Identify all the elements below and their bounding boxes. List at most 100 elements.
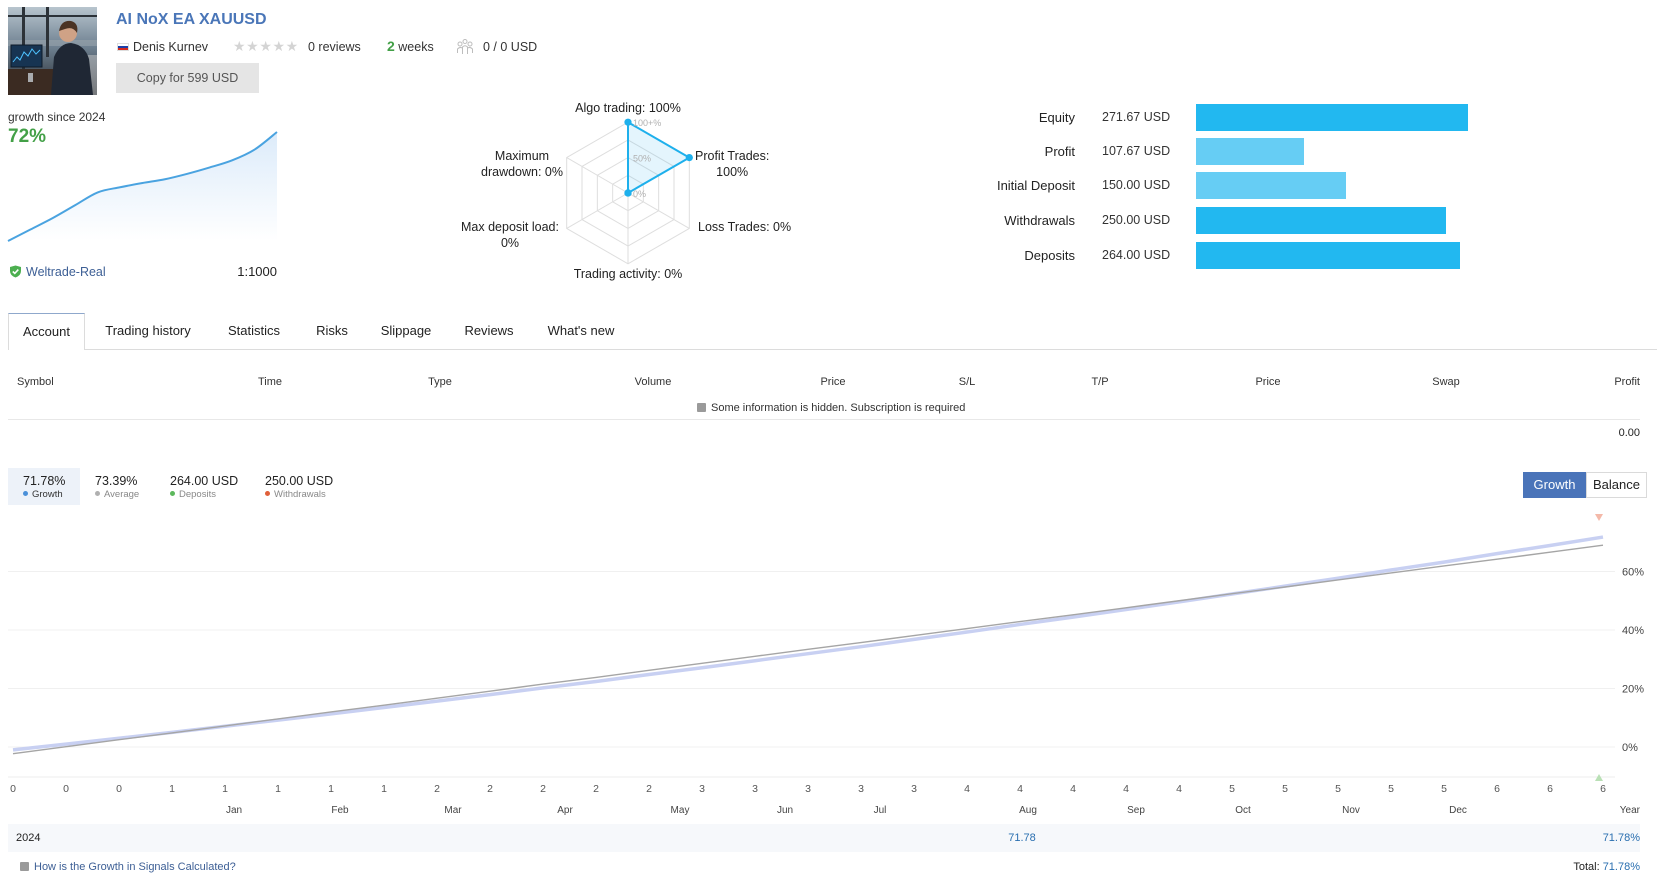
- month-label-jun: Jun: [776, 805, 794, 816]
- growth-dot-icon: [23, 491, 28, 496]
- bar-profit: [1196, 137, 1304, 165]
- growth-calculation-help-link[interactable]: How is the Growth in Signals Calculated?: [20, 860, 236, 874]
- x-tick-label: 3: [805, 783, 811, 795]
- year-total-value: 71.78%: [1602, 832, 1640, 844]
- x-tick-label: 1: [222, 783, 228, 795]
- bar-value: 264.00 USD: [1102, 247, 1171, 262]
- total-label: Total:: [1573, 861, 1600, 873]
- reviews-link[interactable]: 0 reviews: [308, 39, 361, 55]
- account-bar-row-withdrawals: Withdrawals 250.00 USD: [0, 206, 1657, 234]
- column-header-take-profit: T/P: [1091, 376, 1109, 388]
- x-tick-label: 4: [1017, 783, 1023, 795]
- table-divider: [8, 419, 1640, 420]
- tab-statistics[interactable]: Statistics: [219, 313, 289, 350]
- x-tick-label: 0: [10, 783, 16, 795]
- bar-deposits: [1196, 241, 1461, 269]
- star-icon: ★: [259, 38, 273, 54]
- month-label-may: May: [670, 805, 690, 816]
- bar-value: 107.67 USD: [1102, 143, 1171, 158]
- month-label-nov: Nov: [1342, 805, 1360, 816]
- year-column-header: Year: [1619, 805, 1640, 816]
- help-link-text[interactable]: How is the Growth in Signals Calculated?: [34, 861, 236, 873]
- account-bar-row-profit: Profit 107.67 USD: [0, 137, 1657, 165]
- column-header-type: Type: [428, 376, 452, 388]
- x-tick-label: 4: [1070, 783, 1076, 795]
- star-icon: ★: [233, 38, 247, 54]
- bar-withdrawals: [1196, 206, 1447, 234]
- x-tick-label: 3: [911, 783, 917, 795]
- stat-value: 250.00 USD: [265, 474, 334, 488]
- month-label-apr: Apr: [557, 805, 573, 816]
- x-tick-label: 5: [1335, 783, 1341, 795]
- month-label-oct: Oct: [1235, 805, 1251, 816]
- signal-avatar: [8, 7, 97, 95]
- tab-label: Reviews: [464, 323, 514, 338]
- author-link[interactable]: Denis Kurnev: [133, 39, 208, 55]
- growth-chart: 0% 20% 40% 60% 0 0 0 1 1 1 1 1 2 2 2 2 2 3 3 3 3 3 4 4 4 4 4 5 5 5 5 5 6…: [8, 514, 1644, 795]
- x-tick-label: 3: [752, 783, 758, 795]
- growth-toggle-button[interactable]: Growth: [1523, 472, 1586, 498]
- star-icon: ★: [285, 38, 299, 54]
- tab-trading-history[interactable]: Trading history: [98, 313, 198, 350]
- x-tick-label: 6: [1600, 783, 1606, 795]
- bar-value: 250.00 USD: [1102, 212, 1171, 227]
- column-header-swap: Swap: [1432, 376, 1460, 388]
- x-tick-label: 5: [1282, 783, 1288, 795]
- signal-age: 2 weeks: [387, 38, 434, 55]
- y-tick-label: 40%: [1622, 625, 1644, 637]
- avatar-image: [8, 7, 97, 95]
- withdrawal-marker-icon[interactable]: [1595, 514, 1603, 521]
- x-tick-label: 2: [487, 783, 493, 795]
- total-value: 71.78%: [1602, 861, 1640, 873]
- y-tick-label: 0%: [1622, 742, 1638, 754]
- footer-total: Total: 71.78%: [1573, 860, 1640, 874]
- stat-value: 264.00 USD: [170, 474, 239, 488]
- notice-text: Some information is hidden. Subscription…: [711, 402, 966, 414]
- tab-whats-new[interactable]: What's new: [541, 313, 621, 350]
- x-tick-label: 0: [63, 783, 69, 795]
- info-icon: [20, 862, 29, 871]
- x-tick-label: 1: [169, 783, 175, 795]
- year-row-2024: 2024 71.78 71.78%: [8, 824, 1640, 852]
- tab-risks[interactable]: Risks: [307, 313, 357, 350]
- age-number: 2: [387, 38, 395, 54]
- tab-label: Risks: [316, 323, 348, 338]
- account-bar-row-equity: Equity 271.67 USD: [0, 103, 1657, 131]
- stat-label: Withdrawals: [274, 489, 326, 500]
- x-tick-label: 0: [116, 783, 122, 795]
- tab-label: Account: [23, 324, 70, 339]
- average-dot-icon: [95, 491, 100, 496]
- month-label-dec: Dec: [1449, 805, 1467, 816]
- tab-account[interactable]: Account: [8, 313, 85, 350]
- star-icon: ★: [272, 38, 286, 54]
- subscribers-count: 0 / 0 USD: [483, 40, 538, 54]
- bar-label: Equity: [1038, 109, 1075, 125]
- y-tick-label: 60%: [1622, 567, 1644, 579]
- tab-slippage[interactable]: Slippage: [373, 313, 439, 350]
- month-value-aug[interactable]: 71.78: [1008, 831, 1036, 845]
- month-label-jan: Jan: [225, 805, 243, 816]
- month-label-aug: Aug: [1019, 805, 1037, 816]
- x-tick-label: 3: [699, 783, 705, 795]
- month-label-mar: Mar: [444, 805, 462, 816]
- x-tick-label: 2: [434, 783, 440, 795]
- stat-label: Deposits: [179, 489, 216, 500]
- bar-initial-deposit: [1196, 171, 1347, 199]
- account-bar-row-initial-deposit: Initial Deposit 150.00 USD: [0, 171, 1657, 199]
- signal-title[interactable]: AI NoX EA XAUUSD: [116, 10, 267, 30]
- x-tick-label: 3: [858, 783, 864, 795]
- x-tick-label: 4: [1176, 783, 1182, 795]
- tab-label: Slippage: [380, 323, 432, 338]
- bar-value: 150.00 USD: [1102, 177, 1171, 192]
- copy-signal-button[interactable]: Copy for 599 USD: [116, 63, 259, 93]
- tab-reviews[interactable]: Reviews: [457, 313, 521, 350]
- x-tick-label: 2: [540, 783, 546, 795]
- x-tick-label: 2: [593, 783, 599, 795]
- bar-equity: [1196, 103, 1468, 131]
- column-header-profit: Profit: [1614, 376, 1640, 388]
- bar-label: Initial Deposit: [996, 177, 1075, 193]
- x-tick-label: 4: [964, 783, 970, 795]
- stat-label: Average: [104, 489, 140, 500]
- month-label-feb: Feb: [331, 805, 349, 816]
- balance-toggle-button[interactable]: Balance: [1586, 472, 1647, 498]
